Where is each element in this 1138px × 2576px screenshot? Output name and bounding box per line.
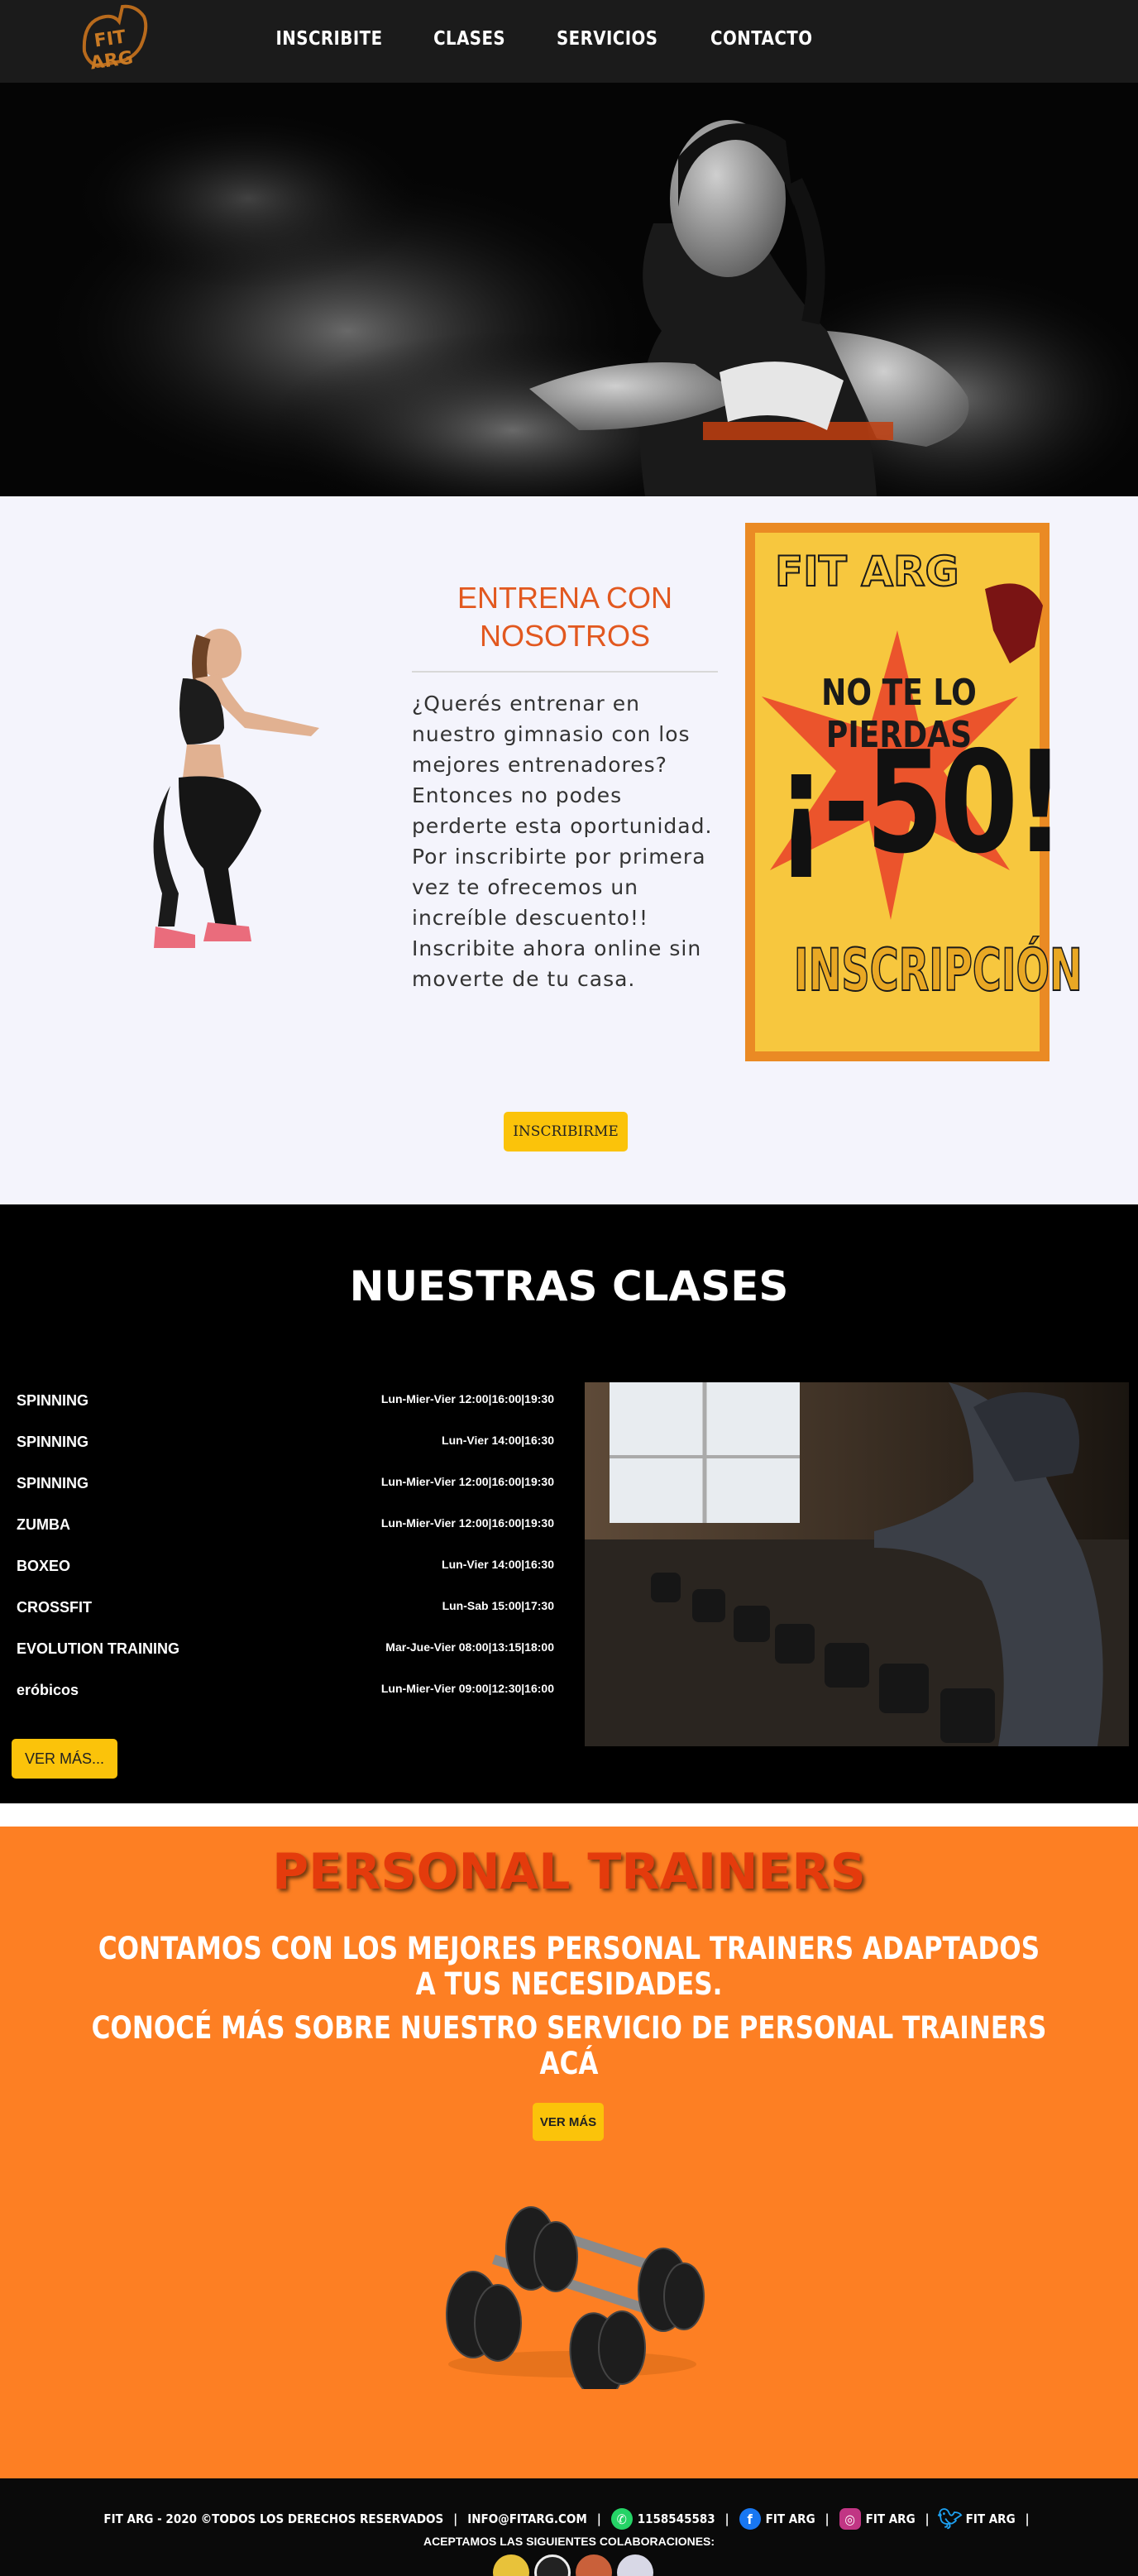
partner-logo[interactable] bbox=[617, 2554, 653, 2576]
class-name: SPINNING bbox=[17, 1392, 89, 1409]
class-schedule: Lun-Sab 15:00|17:30 bbox=[442, 1599, 554, 1612]
trainers-title: PERSONAL TRAINERS bbox=[272, 1843, 866, 1901]
footer-separator: | bbox=[825, 2511, 830, 2526]
promo-section: ENTRENA CON NOSOTROS ¿Querés entrenar en… bbox=[0, 496, 1138, 1204]
class-row: BOXEO Lun-Vier 14:00|16:30 bbox=[17, 1558, 554, 1591]
class-name: eróbicos bbox=[17, 1682, 79, 1698]
personal-trainers-section: PERSONAL TRAINERS CONTAMOS CON LOS MEJOR… bbox=[0, 1827, 1138, 2478]
trainers-more-info[interactable]: CONOCÉ MÁS SOBRE NUESTRO SERVICIO DE PER… bbox=[91, 2010, 1047, 2081]
ver-mas-classes-button[interactable]: VER MÁS... bbox=[12, 1739, 117, 1779]
footer-info-line: FIT ARG - 2020 ©TODOS LOS DERECHOS RESER… bbox=[0, 2507, 1138, 2531]
class-row: eróbicos Lun-Mier-Vier 09:00|12:30|16:00 bbox=[17, 1682, 554, 1715]
trainers-tagline: CONTAMOS CON LOS MEJORES PERSONAL TRAINE… bbox=[98, 1931, 1040, 2002]
class-name: SPINNING bbox=[17, 1434, 89, 1450]
partner-logo[interactable] bbox=[576, 2554, 612, 2576]
footer-separator: | bbox=[596, 2511, 601, 2526]
class-row: ZUMBA Lun-Mier-Vier 12:00|16:00|19:30 bbox=[17, 1516, 554, 1549]
class-row: SPINNING Lun-Vier 14:00|16:30 bbox=[17, 1434, 554, 1467]
class-name: EVOLUTION TRAINING bbox=[17, 1640, 179, 1657]
nav-link-servicios[interactable]: SERVICIOS bbox=[557, 28, 657, 50]
class-row: SPINNING Lun-Mier-Vier 12:00|16:00|19:30 bbox=[17, 1392, 554, 1425]
footer-accept-text: ACEPTAMOS LAS SIGUIENTES COLABORACIONES: bbox=[423, 2535, 715, 2548]
squat-woman-image bbox=[79, 629, 377, 968]
partner-logo[interactable] bbox=[534, 2554, 571, 2576]
poster-footer: INSCRIPCIÓN bbox=[793, 936, 1083, 1005]
site-footer: FIT ARG - 2020 ©TODOS LOS DERECHOS RESER… bbox=[0, 2478, 1138, 2576]
class-row: EVOLUTION TRAINING Mar-Jue-Vier 08:00|13:… bbox=[17, 1640, 554, 1673]
footer-facebook-link[interactable]: FIT ARG bbox=[766, 2511, 815, 2526]
discount-poster: FIT ARG NO TE LO PIERDAS ¡-50! INSCRIPCI… bbox=[745, 523, 1083, 1061]
footer-separator: | bbox=[453, 2511, 458, 2526]
promo-description: ¿Querés entrenar en nuestro gimnasio con… bbox=[412, 692, 713, 991]
facebook-icon[interactable]: f bbox=[739, 2508, 761, 2530]
whatsapp-icon: ✆ bbox=[610, 2508, 633, 2530]
inscribirme-button[interactable]: INSCRIBIRME bbox=[504, 1112, 628, 1152]
footer-separator: | bbox=[724, 2511, 729, 2526]
partner-logos bbox=[493, 2554, 653, 2576]
class-row: CROSSFIT Lun-Sab 15:00|17:30 bbox=[17, 1599, 554, 1632]
class-name: ZUMBA bbox=[17, 1516, 70, 1533]
footer-email-link[interactable]: INFO@FITARG.COM bbox=[467, 2511, 587, 2526]
classes-title: NUESTRAS CLASES bbox=[349, 1262, 789, 1310]
class-name: BOXEO bbox=[17, 1558, 71, 1574]
nav-link-inscribite[interactable]: INSCRIBITE bbox=[276, 28, 383, 50]
footer-instagram-link[interactable]: FIT ARG bbox=[866, 2511, 916, 2526]
class-schedule: Mar-Jue-Vier 08:00|13:15|18:00 bbox=[385, 1640, 554, 1654]
class-name: SPINNING bbox=[17, 1475, 89, 1491]
class-schedule: Lun-Vier 14:00|16:30 bbox=[442, 1434, 554, 1447]
poster-brand: FIT ARG bbox=[774, 547, 960, 596]
promo-title: ENTRENA CON NOSOTROS bbox=[457, 581, 673, 653]
dumbbell-rack-image bbox=[585, 1382, 1129, 1746]
classes-section: NUESTRAS CLASES SPINNING Lun-Mier-Vier 12… bbox=[0, 1204, 1138, 1803]
twitter-icon[interactable]: 🐦︎ bbox=[937, 2507, 962, 2531]
dumbbells-image bbox=[440, 2191, 705, 2400]
poster-discount: ¡-50! bbox=[775, 721, 1066, 885]
instagram-icon[interactable]: ◎ bbox=[839, 2508, 861, 2530]
nav-link-clases[interactable]: CLASES bbox=[434, 28, 506, 50]
partner-logo[interactable] bbox=[493, 2554, 529, 2576]
class-schedule: Lun-Vier 14:00|16:30 bbox=[442, 1558, 554, 1571]
footer-twitter-link[interactable]: FIT ARG bbox=[966, 2511, 1016, 2526]
class-schedule: Lun-Mier-Vier 12:00|16:00|19:30 bbox=[380, 1392, 554, 1405]
class-name: CROSSFIT bbox=[17, 1599, 93, 1616]
hero-banner-image bbox=[0, 83, 1138, 496]
ver-mas-trainers-button[interactable]: VER MÁS bbox=[533, 2103, 604, 2141]
footer-phone-link[interactable]: 1158545583 bbox=[638, 2511, 715, 2526]
footer-separator: | bbox=[925, 2511, 930, 2526]
class-schedule: Lun-Mier-Vier 09:00|12:30|16:00 bbox=[380, 1682, 554, 1695]
class-schedule: Lun-Mier-Vier 12:00|16:00|19:30 bbox=[380, 1516, 554, 1530]
promo-divider bbox=[412, 671, 718, 673]
footer-copyright: FIT ARG - 2020 ©TODOS LOS DERECHOS RESER… bbox=[103, 2511, 444, 2526]
main-menu: INSCRIBITE CLASES SERVICIOS CONTACTO bbox=[0, 0, 1138, 78]
class-row: SPINNING Lun-Mier-Vier 12:00|16:00|19:30 bbox=[17, 1475, 554, 1508]
top-navbar: FIT ARG INSCRIBITE CLASES SERVICIOS CONT… bbox=[0, 0, 1138, 83]
class-schedule: Lun-Mier-Vier 12:00|16:00|19:30 bbox=[380, 1475, 554, 1488]
nav-link-contacto[interactable]: CONTACTO bbox=[710, 28, 812, 50]
footer-separator: | bbox=[1025, 2511, 1030, 2526]
